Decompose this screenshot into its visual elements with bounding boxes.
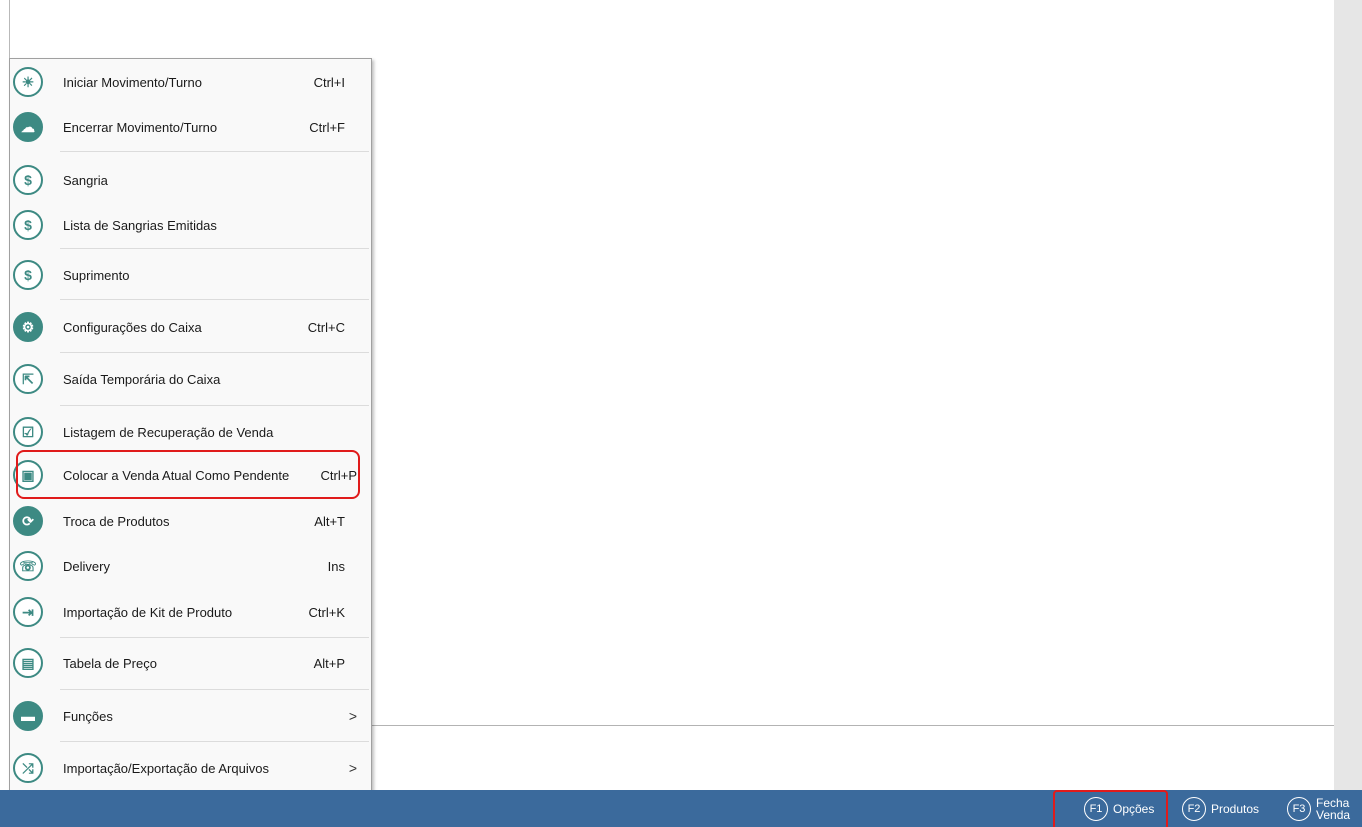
delivery-icon: ☏ bbox=[13, 551, 43, 581]
menu-item-shortcut: Ctrl+F bbox=[309, 119, 345, 135]
gear-icon: ⚙ bbox=[13, 312, 43, 342]
checklist-icon: ☑ bbox=[13, 417, 43, 447]
right-scroll-panel bbox=[1334, 0, 1362, 790]
menu-item-label: Listagem de Recuperação de Venda bbox=[63, 424, 274, 440]
menu-item-listagem-recuperacao[interactable]: ☑ Listagem de Recuperação de Venda bbox=[10, 415, 371, 449]
menu-item-funcoes[interactable]: ▬ Funções > bbox=[10, 699, 371, 733]
menu-item-label: Lista de Sangrias Emitidas bbox=[63, 217, 217, 233]
menu-item-encerrar-movimento[interactable]: ☁ Encerrar Movimento/Turno Ctrl+F bbox=[10, 110, 371, 144]
menu-item-tabela-preco[interactable]: ▤ Tabela de Preço Alt+P bbox=[10, 646, 371, 680]
menu-item-shortcut: Ctrl+K bbox=[308, 604, 345, 620]
menu-separator bbox=[60, 689, 369, 690]
shuffle-icon: ⤮ bbox=[13, 753, 43, 783]
chevron-right-icon: > bbox=[348, 708, 357, 724]
menu-item-configuracoes[interactable]: ⚙ Configurações do Caixa Ctrl+C bbox=[10, 310, 371, 344]
dollar-minus-icon: $ bbox=[13, 165, 43, 195]
menu-separator bbox=[60, 299, 369, 300]
menu-item-label: Delivery bbox=[63, 558, 110, 574]
folder-icon: ▬ bbox=[13, 701, 43, 731]
menu-item-delivery[interactable]: ☏ Delivery Ins bbox=[10, 549, 371, 583]
menu-item-label: Importação/Exportação de Arquivos bbox=[63, 760, 269, 776]
menu-item-label: Troca de Produtos bbox=[63, 513, 170, 529]
menu-item-label: Sangria bbox=[63, 172, 108, 188]
menu-separator bbox=[60, 151, 369, 152]
menu-item-sangria[interactable]: $ Sangria bbox=[10, 163, 371, 197]
menu-item-label: Iniciar Movimento/Turno bbox=[63, 74, 202, 90]
content-divider bbox=[372, 725, 1334, 726]
dollar-minus-icon: $ bbox=[13, 210, 43, 240]
price-table-icon: ▤ bbox=[13, 648, 43, 678]
cloud-sun-icon: ☁ bbox=[13, 112, 43, 142]
menu-item-shortcut: Alt+P bbox=[313, 655, 345, 671]
dollar-plus-icon: $ bbox=[13, 260, 43, 290]
menu-item-label: Encerrar Movimento/Turno bbox=[63, 119, 218, 135]
menu-item-shortcut: Ctrl+C bbox=[307, 319, 345, 335]
f3-close-sale-button[interactable]: F3 Fecha Venda bbox=[1287, 790, 1350, 827]
menu-separator bbox=[60, 248, 369, 249]
menu-item-label: Suprimento bbox=[63, 267, 130, 283]
menu-separator bbox=[60, 741, 369, 742]
highlight-box-f1 bbox=[1053, 790, 1168, 827]
menu-item-lista-sangrias[interactable]: $ Lista de Sangrias Emitidas bbox=[10, 208, 371, 242]
f2-key-icon: F2 bbox=[1182, 796, 1206, 821]
menu-item-shortcut: Ctrl+I bbox=[313, 74, 345, 90]
f3-label-line1: Fecha bbox=[1316, 795, 1350, 810]
menu-item-importacao-kit[interactable]: ⇥ Importação de Kit de Produto Ctrl+K bbox=[10, 595, 371, 629]
menu-item-label: Importação de Kit de Produto bbox=[63, 604, 233, 620]
menu-item-shortcut: Ins bbox=[327, 558, 345, 574]
f2-products-button[interactable]: F2 Produtos bbox=[1182, 790, 1259, 827]
options-menu: ☀ Iniciar Movimento/Turno Ctrl+I ☁ Encer… bbox=[9, 58, 372, 791]
menu-item-shortcut: Alt+T bbox=[314, 513, 345, 529]
menu-item-troca-produtos[interactable]: ⟳ Troca de Produtos Alt+T bbox=[10, 504, 371, 538]
highlight-box bbox=[16, 450, 360, 499]
menu-item-label: Tabela de Preço bbox=[63, 655, 157, 671]
menu-separator bbox=[60, 637, 369, 638]
chevron-right-icon: > bbox=[348, 760, 357, 776]
f3-label-line2: Venda bbox=[1316, 807, 1351, 822]
import-icon: ⇥ bbox=[13, 597, 43, 627]
exit-icon: ⇱ bbox=[13, 364, 43, 394]
left-border bbox=[9, 0, 10, 60]
menu-item-label: Saída Temporária do Caixa bbox=[63, 371, 221, 387]
f3-key-icon: F3 bbox=[1287, 796, 1311, 821]
f2-label: Produtos bbox=[1211, 801, 1260, 816]
sun-icon: ☀ bbox=[13, 67, 43, 97]
menu-item-label: Configurações do Caixa bbox=[63, 319, 202, 335]
menu-item-suprimento[interactable]: $ Suprimento bbox=[10, 258, 371, 292]
menu-item-iniciar-movimento[interactable]: ☀ Iniciar Movimento/Turno Ctrl+I bbox=[10, 65, 371, 99]
menu-item-label: Funções bbox=[63, 708, 113, 724]
menu-separator bbox=[60, 352, 369, 353]
menu-item-saida-temporaria[interactable]: ⇱ Saída Temporária do Caixa bbox=[10, 362, 371, 396]
swap-icon: ⟳ bbox=[13, 506, 43, 536]
menu-separator bbox=[60, 405, 369, 406]
menu-item-importacao-exportacao[interactable]: ⤮ Importação/Exportação de Arquivos > bbox=[10, 751, 371, 785]
